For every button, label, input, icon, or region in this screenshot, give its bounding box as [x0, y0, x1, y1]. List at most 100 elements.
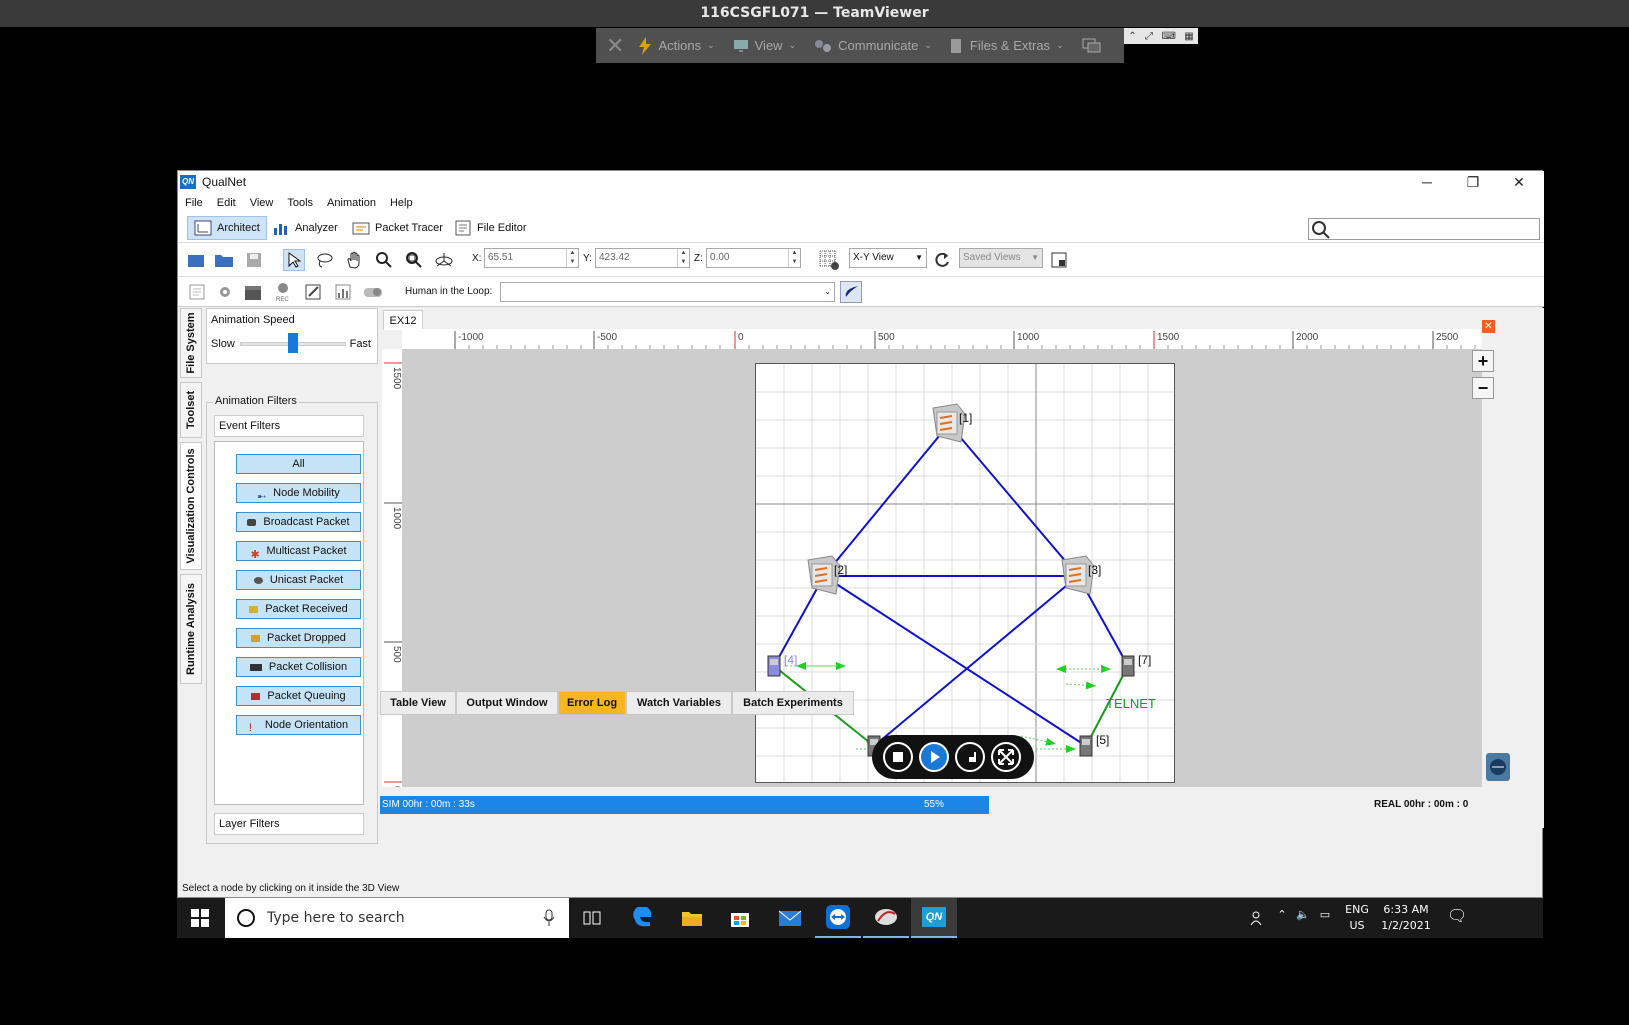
app-icon[interactable]: [863, 898, 909, 938]
menu-file[interactable]: File: [185, 197, 203, 209]
filter-broadcast-packet-button[interactable]: Broadcast Packet: [236, 512, 361, 532]
show-hidden-icons[interactable]: ⌃: [1275, 908, 1289, 921]
hitl-send-icon[interactable]: [840, 281, 862, 303]
settings-gear-icon[interactable]: [214, 281, 236, 303]
volume-icon[interactable]: 🔈: [1295, 908, 1311, 921]
menu-view[interactable]: View: [250, 197, 274, 209]
tv-view-menu[interactable]: View ⌄: [733, 38, 796, 53]
lasso-icon[interactable]: [313, 249, 335, 271]
pan-hand-icon[interactable]: [343, 249, 365, 271]
microphone-icon[interactable]: [543, 909, 555, 927]
tab-visualization-controls[interactable]: Visualization Controls: [180, 442, 202, 570]
edit-notes-icon[interactable]: [302, 281, 324, 303]
filter-node-orientation-button[interactable]: ǃ Node Orientation: [236, 715, 361, 735]
tv-files-menu[interactable]: Files & Extras ⌄: [950, 38, 1064, 54]
tab-toolset[interactable]: Toolset: [180, 382, 202, 438]
record-icon[interactable]: REC: [272, 281, 294, 303]
tv-communicate-menu[interactable]: Communicate ⌄: [814, 38, 932, 53]
speed-slider-thumb[interactable]: [288, 333, 298, 353]
language-indicator[interactable]: ENG US: [1343, 902, 1371, 934]
minimize-button[interactable]: ─: [1404, 171, 1450, 193]
x-spinner[interactable]: ▲ ▼: [566, 249, 578, 267]
tv-actions-menu[interactable]: Actions ⌄: [638, 36, 715, 55]
y-spinner[interactable]: ▲ ▼: [677, 249, 689, 267]
zoom-icon[interactable]: [373, 249, 395, 271]
clock[interactable]: 6:33 AM 1/2/2021: [1377, 902, 1435, 934]
taskbar-search[interactable]: Type here to search: [225, 898, 569, 938]
menu-tools[interactable]: Tools: [287, 197, 313, 209]
edge-icon[interactable]: [620, 898, 666, 938]
menu-help[interactable]: Help: [390, 197, 413, 209]
filter-packet-dropped-button[interactable]: Packet Dropped: [236, 628, 361, 648]
tab-output-window[interactable]: Output Window: [456, 691, 558, 715]
filter-multicast-packet-button[interactable]: ✱ Multicast Packet: [236, 541, 361, 561]
toggle-icon[interactable]: [362, 281, 384, 303]
rotate-3d-icon[interactable]: [433, 249, 455, 271]
filter-unicast-packet-button[interactable]: Unicast Packet: [236, 570, 361, 590]
close-session-icon[interactable]: ✕: [606, 33, 624, 59]
zoom-out-button[interactable]: −: [1472, 377, 1494, 399]
x-coordinate-field[interactable]: 65.51 ▲ ▼: [484, 248, 579, 268]
scene-viewport[interactable]: [1][2][3][4][5][6][7]FTPTELNET + −: [402, 349, 1494, 787]
tab-error-log[interactable]: Error Log: [558, 691, 626, 715]
tab-batch-experiments[interactable]: Batch Experiments: [732, 691, 854, 715]
clapperboard-icon[interactable]: [242, 281, 264, 303]
teamviewer-panel-icon[interactable]: [1486, 753, 1510, 781]
zoom-in-button[interactable]: +: [1472, 350, 1494, 372]
filter-all-button[interactable]: All: [236, 454, 361, 474]
mode-file-editor[interactable]: File Editor: [448, 216, 533, 240]
close-tab-icon[interactable]: ✕: [1482, 320, 1495, 333]
statistics-icon[interactable]: [332, 281, 354, 303]
saved-views-select[interactable]: Saved Views ▼: [959, 248, 1043, 268]
tab-table-view[interactable]: Table View: [380, 691, 456, 715]
teamviewer-taskbar-icon[interactable]: [815, 898, 861, 938]
layer-filters-header[interactable]: Layer Filters: [214, 813, 364, 835]
z-spinner[interactable]: ▲ ▼: [788, 249, 800, 267]
tab-ex12[interactable]: EX12: [383, 310, 423, 330]
filter-packet-received-button[interactable]: Packet Received: [236, 599, 361, 619]
menu-animation[interactable]: Animation: [327, 197, 376, 209]
store-icon[interactable]: [717, 898, 763, 938]
mode-architect[interactable]: Architect: [187, 216, 267, 240]
view-select[interactable]: X-Y View ▼: [849, 248, 927, 268]
stop-button[interactable]: [883, 742, 913, 772]
network-icon[interactable]: ▭: [1317, 908, 1333, 921]
fullscreen-button[interactable]: [991, 742, 1021, 772]
new-scenario-icon[interactable]: [185, 249, 207, 271]
mode-packet-tracer[interactable]: Packet Tracer: [346, 216, 449, 240]
save-icon[interactable]: [243, 249, 265, 271]
restore-button[interactable]: ❐: [1450, 171, 1496, 193]
select-pointer-icon[interactable]: [283, 249, 305, 271]
event-filters-header[interactable]: Event Filters: [214, 415, 364, 437]
menu-edit[interactable]: Edit: [217, 197, 236, 209]
open-folder-icon[interactable]: [213, 249, 235, 271]
tab-watch-variables[interactable]: Watch Variables: [626, 691, 732, 715]
filter-node-mobility-button[interactable]: ➸ Node Mobility: [236, 483, 361, 503]
step-button[interactable]: [955, 742, 985, 772]
filter-packet-collision-button[interactable]: Packet Collision: [236, 657, 361, 677]
grid-settings-icon[interactable]: [818, 249, 840, 271]
fullscreen-icon[interactable]: ⤢: [1145, 31, 1153, 42]
keyboard-icon[interactable]: ⌨: [1161, 31, 1175, 42]
qualnet-taskbar-icon[interactable]: QN: [911, 898, 957, 938]
mail-icon[interactable]: [767, 898, 813, 938]
network-scene[interactable]: [1][2][3][4][5][6][7]FTPTELNET: [755, 363, 1175, 783]
viewport-icon[interactable]: [1048, 249, 1070, 271]
task-view-icon[interactable]: [569, 898, 615, 938]
tab-runtime-analysis[interactable]: Runtime Analysis: [180, 574, 202, 684]
grid-icon[interactable]: ▦: [1184, 31, 1193, 42]
reset-view-icon[interactable]: [931, 249, 953, 271]
collapse-icon[interactable]: ⌃: [1128, 31, 1136, 42]
zoom-fit-icon[interactable]: [403, 249, 425, 271]
hitl-select[interactable]: ⌄: [500, 282, 835, 302]
z-coordinate-field[interactable]: 0.00 ▲ ▼: [706, 248, 801, 268]
start-button[interactable]: [177, 898, 223, 938]
search-input[interactable]: [1308, 218, 1540, 240]
tab-file-system[interactable]: File System: [180, 308, 202, 378]
notifications-icon[interactable]: 🗨: [1447, 906, 1467, 925]
windows-icon[interactable]: [1082, 38, 1102, 54]
mode-analyzer[interactable]: Analyzer: [266, 216, 344, 240]
file-explorer-icon[interactable]: [669, 898, 715, 938]
y-coordinate-field[interactable]: 423.42 ▲ ▼: [595, 248, 690, 268]
play-button[interactable]: [919, 742, 949, 772]
